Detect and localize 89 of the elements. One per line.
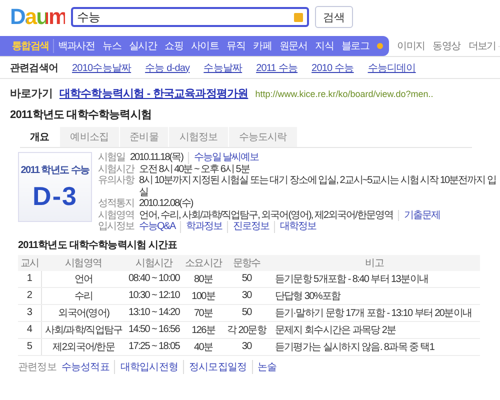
info-label: 유의사항 bbox=[98, 175, 134, 188]
category-tab[interactable]: 원문서 bbox=[275, 39, 312, 53]
info-link[interactable]: 대학정보 bbox=[274, 221, 316, 232]
category-tab[interactable]: 쇼핑 bbox=[160, 39, 188, 53]
related-search-link[interactable]: 2010 수능 bbox=[312, 60, 354, 74]
table-cell: 08:40 ~ 10:00 bbox=[126, 270, 182, 287]
table-cell: 70분 bbox=[182, 304, 224, 321]
category-tab[interactable]: 동영상 bbox=[424, 39, 460, 53]
table-cell: 5 bbox=[18, 338, 42, 355]
category-tab[interactable]: 실시간 bbox=[125, 39, 161, 53]
search-field[interactable]: 수능 bbox=[71, 7, 309, 27]
table-cell: 외국어(영어) bbox=[41, 304, 126, 321]
info-value: 8시 10분까지 지정된 시험실 또는 대기 장소에 입실, 2교시~5교시는 시험 시작 10분전까지 입실 bbox=[139, 175, 497, 198]
card-caption: 2011 학년도 수능 bbox=[20, 164, 90, 176]
category-tab[interactable]: 블로그 bbox=[337, 39, 374, 53]
table-cell: 100분 bbox=[182, 287, 224, 304]
table-cell: 듣기평가는 실시하지 않음. 8과목 중 택1 bbox=[268, 338, 480, 355]
search-button[interactable]: 검색 bbox=[315, 6, 353, 28]
related-label: 관련검색어 bbox=[10, 62, 58, 74]
category-tab[interactable]: 지식 bbox=[311, 39, 338, 53]
site-link[interactable]: 대학수학능력시험 - 한국교육과정평가원 bbox=[59, 86, 248, 101]
column-header: 시험영역 bbox=[41, 254, 126, 270]
related-info-link[interactable]: 수능성적표 bbox=[61, 360, 110, 374]
table-cell: 30 bbox=[224, 287, 269, 304]
table-cell: 사회/과학/직업탐구 bbox=[41, 321, 126, 338]
column-header: 교시 bbox=[18, 254, 42, 270]
table-cell: 1 bbox=[18, 270, 42, 287]
table-cell: 문제지 회수시간은 과목당 2분 bbox=[268, 321, 480, 338]
table-title: 2011학년도 대학수학능력시험 시간표 bbox=[17, 238, 178, 252]
column-header: 비고 bbox=[268, 254, 480, 270]
info-value: 언어, 수리, 사회/과학/직업탐구, 외국어(영어), 제2외국어/한문영역 bbox=[139, 210, 393, 221]
related-search-link[interactable]: 2010수능날짜 bbox=[72, 60, 132, 74]
table-cell: 3 bbox=[18, 304, 42, 321]
info-link[interactable]: 수능Q&A bbox=[139, 221, 176, 232]
table-cell: 수리 bbox=[41, 287, 126, 304]
related-search-link[interactable]: 수능 d-day bbox=[145, 60, 190, 74]
table-cell: 4 bbox=[18, 321, 42, 338]
info-label: 입시정보 bbox=[98, 221, 134, 232]
dday-count: D-3 bbox=[32, 180, 78, 212]
related-info-link[interactable]: 논술 bbox=[252, 360, 277, 374]
category-tab[interactable]: 사이트 bbox=[187, 39, 223, 53]
column-header: 시험시간 bbox=[126, 254, 182, 270]
category-tab[interactable]: 카페 bbox=[249, 39, 276, 53]
info-value: 2010.12.08(수) bbox=[139, 198, 193, 210]
related-search-link[interactable]: 수능디데이 bbox=[368, 60, 416, 74]
info-label: 시험영역 bbox=[98, 210, 134, 221]
info-label: 시험시간 bbox=[98, 164, 134, 175]
table-cell: 10:30 ~ 12:10 bbox=[126, 287, 182, 304]
site-url: http://www.kice.re.kr/ko/board/view.do?men.. bbox=[255, 89, 434, 99]
info-value: 오전 8시 40분 ~ 오후 6시 5분 bbox=[139, 164, 250, 175]
table-cell: 50 bbox=[224, 304, 269, 321]
table-cell: 50 bbox=[224, 270, 269, 287]
info-link[interactable]: 수능일 날씨예보 bbox=[188, 152, 259, 164]
table-cell: 13:10 ~ 14:20 bbox=[126, 304, 182, 321]
table-cell: 17:25 ~ 18:05 bbox=[126, 338, 182, 355]
info-link[interactable]: 학과정보 bbox=[180, 221, 222, 232]
dropdown-icon[interactable] bbox=[294, 12, 303, 22]
category-tab[interactable]: 뮤직 bbox=[222, 39, 250, 53]
table-cell: 언어 bbox=[41, 270, 126, 287]
table-cell: 80분 bbox=[182, 270, 224, 287]
column-header: 문항수 bbox=[224, 254, 269, 270]
related-search-link[interactable]: 2011 수능 bbox=[256, 60, 298, 74]
related-info-link[interactable]: 대학입시전형 bbox=[114, 360, 178, 374]
table-cell: 단답형 30%포함 bbox=[268, 287, 480, 304]
section-title: 2011학년도 대학수학능력시험 bbox=[9, 108, 153, 122]
info-link[interactable]: 기출문제 bbox=[398, 210, 440, 221]
category-tab[interactable]: 뉴스 bbox=[98, 39, 126, 53]
info-label: 성적통지 bbox=[98, 198, 134, 210]
table-cell: 듣기문항 5개포함 - 8:40 부터 13분이내 bbox=[268, 270, 480, 287]
category-tab[interactable]: 더보기 bbox=[460, 39, 496, 53]
table-cell: 각 20문항 bbox=[224, 321, 269, 338]
shortcut-label: 바로가기 bbox=[10, 87, 52, 101]
info-link[interactable]: 진로정보 bbox=[227, 221, 270, 232]
table-cell: 30 bbox=[224, 338, 269, 355]
table-cell: 14:50 ~ 16:56 bbox=[126, 321, 182, 338]
table-cell: 126분 bbox=[182, 321, 224, 338]
info-value: 2010.11.18(목) bbox=[130, 152, 183, 164]
table-cell: 듣기·말하기 문항 17개 포함 - 13:10 부터 20분이내 bbox=[268, 304, 480, 321]
table-cell: 제2외국어/한문 bbox=[41, 338, 126, 355]
category-tab[interactable]: 백과사전 bbox=[52, 39, 99, 53]
table-cell: 2 bbox=[18, 287, 42, 304]
related-info-label: 관련정보 bbox=[18, 360, 56, 374]
info-label: 시험일 bbox=[98, 152, 125, 164]
column-header: 소요시간 bbox=[182, 254, 224, 270]
related-info-link[interactable]: 정시모집일정 bbox=[183, 360, 247, 374]
category-tab[interactable]: 이미지 bbox=[389, 39, 425, 53]
related-search-link[interactable]: 수능날짜 bbox=[204, 60, 242, 74]
table-cell: 40분 bbox=[182, 338, 224, 355]
dot-icon bbox=[377, 43, 384, 49]
